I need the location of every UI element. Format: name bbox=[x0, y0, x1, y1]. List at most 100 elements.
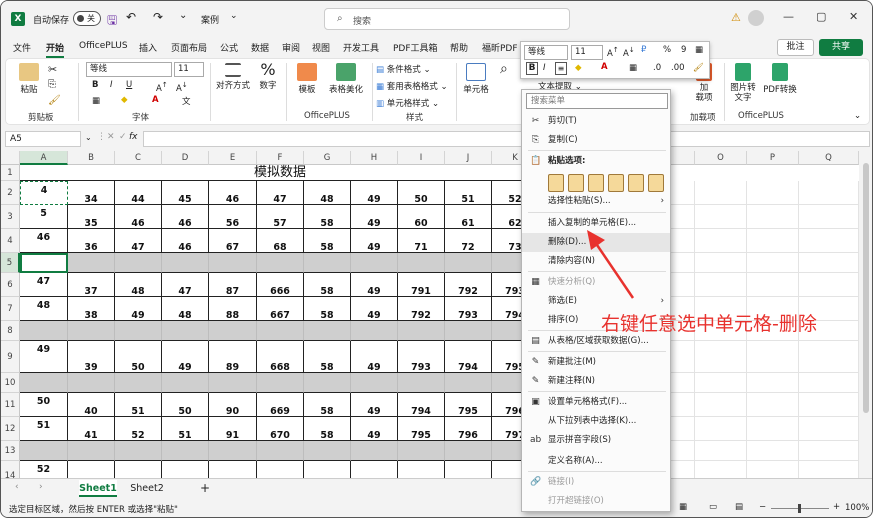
column-header-i[interactable]: I bbox=[398, 151, 445, 165]
select-all-corner[interactable] bbox=[1, 151, 20, 165]
tab-file[interactable]: 文件 bbox=[13, 41, 31, 54]
mini-fill-color-icon[interactable]: ◆ bbox=[575, 63, 582, 73]
redo-icon[interactable]: ↷ bbox=[153, 10, 163, 24]
cell-c4[interactable]: 47 bbox=[115, 229, 162, 253]
cell-h10[interactable] bbox=[351, 373, 398, 393]
warning-icon[interactable]: ⚠ bbox=[731, 11, 741, 24]
cell-a8[interactable] bbox=[20, 321, 68, 341]
cell-d6[interactable]: 47 bbox=[162, 273, 209, 297]
cell-q14[interactable] bbox=[799, 461, 859, 478]
mini-font-color-icon[interactable]: A bbox=[601, 62, 608, 72]
cell-p13[interactable] bbox=[747, 441, 799, 461]
cell-p9[interactable] bbox=[747, 341, 799, 373]
next-sheet-icon[interactable]: › bbox=[39, 482, 43, 492]
cell-q13[interactable] bbox=[799, 441, 859, 461]
cell-h8[interactable] bbox=[351, 321, 398, 341]
cell-j10[interactable] bbox=[445, 373, 492, 393]
row-header-6[interactable]: 6 bbox=[1, 273, 20, 297]
search-box[interactable]: ⌕ 搜索 bbox=[324, 8, 570, 30]
cell-i9[interactable]: 793 bbox=[398, 341, 445, 373]
page-layout-icon[interactable]: ▭ bbox=[709, 502, 717, 512]
cell-style-button[interactable]: ▥ 单元格样式 ⌄ bbox=[376, 97, 439, 109]
file-name-dropdown-icon[interactable]: ⌄ bbox=[230, 11, 238, 21]
cell-a5[interactable] bbox=[20, 253, 68, 273]
normal-view-icon[interactable]: ▦ bbox=[679, 502, 687, 512]
cell-a13[interactable] bbox=[20, 441, 68, 461]
fill-color-icon[interactable]: ◆ bbox=[121, 95, 128, 105]
font-size-select[interactable]: 11 bbox=[174, 62, 204, 77]
cell-b3[interactable]: 35 bbox=[68, 205, 115, 229]
cell-g8[interactable] bbox=[304, 321, 351, 341]
cell-f4[interactable]: 68 bbox=[257, 229, 304, 253]
cell-p11[interactable] bbox=[747, 393, 799, 417]
borders-icon[interactable]: ▦ bbox=[92, 96, 100, 106]
save-icon[interactable]: 🖫 bbox=[107, 11, 117, 32]
page-break-icon[interactable]: ▤ bbox=[735, 502, 743, 512]
tab-officeplus[interactable]: OfficePLUS bbox=[79, 41, 128, 51]
find-icon[interactable]: ⌕ bbox=[500, 61, 508, 77]
cell-j3[interactable]: 61 bbox=[445, 205, 492, 229]
cell-c5[interactable] bbox=[115, 253, 162, 273]
paste-values-icon[interactable] bbox=[568, 174, 584, 192]
bold-icon[interactable]: B bbox=[92, 80, 98, 90]
sheet-title-cell[interactable]: 模拟数据 bbox=[20, 165, 540, 181]
tab-pdf-toolbox[interactable]: PDF工具箱 bbox=[393, 41, 438, 54]
paste-transpose-icon[interactable] bbox=[608, 174, 624, 192]
table-format-button[interactable]: ▦ 套用表格格式 ⌄ bbox=[376, 80, 448, 92]
cell-d13[interactable] bbox=[162, 441, 209, 461]
cell-a2[interactable]: 4 bbox=[20, 181, 68, 205]
tab-insert[interactable]: 插入 bbox=[139, 41, 157, 54]
tab-page-layout[interactable]: 页面布局 bbox=[171, 41, 207, 54]
row-header-4[interactable]: 4 bbox=[1, 229, 20, 253]
cell-c9[interactable]: 50 bbox=[115, 341, 162, 373]
phonetic-icon[interactable]: 文 bbox=[182, 95, 191, 107]
paste-formulas-icon[interactable] bbox=[588, 174, 604, 192]
mini-percent-icon[interactable]: % bbox=[663, 45, 671, 55]
cell-p4[interactable] bbox=[747, 229, 799, 253]
cell-a12[interactable]: 51 bbox=[20, 417, 68, 441]
cell-o5[interactable] bbox=[695, 253, 747, 273]
paste-formatting-icon[interactable] bbox=[628, 174, 644, 192]
zoom-slider-thumb[interactable] bbox=[798, 504, 801, 513]
menu-item-new-note[interactable]: ✎ 新建注释(N) bbox=[522, 372, 670, 391]
cell-c2[interactable]: 44 bbox=[115, 181, 162, 205]
mini-italic-button[interactable]: I bbox=[543, 63, 546, 73]
cell-i12[interactable]: 795 bbox=[398, 417, 445, 441]
comments-button[interactable]: 批注 bbox=[777, 39, 814, 56]
cell-i5[interactable] bbox=[398, 253, 445, 273]
cell-c13[interactable] bbox=[115, 441, 162, 461]
tab-sheet2[interactable]: Sheet2 bbox=[127, 480, 167, 497]
cell-f9[interactable]: 668 bbox=[257, 341, 304, 373]
prev-sheet-icon[interactable]: ‹ bbox=[15, 482, 19, 492]
cell-g10[interactable] bbox=[304, 373, 351, 393]
cell-h2[interactable]: 49 bbox=[351, 181, 398, 205]
cells-button[interactable]: 单元格 bbox=[460, 63, 492, 95]
mini-format-painter-icon[interactable]: 🖌 bbox=[693, 63, 704, 73]
ribbon-collapse-icon[interactable]: ⌄ bbox=[854, 111, 861, 121]
cell-i3[interactable]: 60 bbox=[398, 205, 445, 229]
row-header-12[interactable]: 12 bbox=[1, 417, 20, 441]
cell-f7[interactable]: 667 bbox=[257, 297, 304, 321]
row-header-2[interactable]: 2 bbox=[1, 181, 20, 205]
column-header-a[interactable]: A bbox=[20, 151, 68, 165]
cell-g13[interactable] bbox=[304, 441, 351, 461]
cell-h9[interactable]: 49 bbox=[351, 341, 398, 373]
minimize-button[interactable]: — bbox=[783, 10, 794, 23]
cell-q12[interactable] bbox=[799, 417, 859, 441]
cell-d2[interactable]: 45 bbox=[162, 181, 209, 205]
cell-e9[interactable]: 89 bbox=[209, 341, 257, 373]
menu-item-cut[interactable]: ✂ 剪切(T) bbox=[522, 112, 670, 131]
row-header-14[interactable]: 14 bbox=[1, 461, 20, 478]
menu-item-define-name[interactable]: 定义名称(A)... bbox=[522, 452, 670, 471]
mini-align-icon[interactable]: ≡ bbox=[555, 62, 567, 75]
row-header-10[interactable]: 10 bbox=[1, 373, 20, 393]
cell-h12[interactable]: 49 bbox=[351, 417, 398, 441]
cell-d10[interactable] bbox=[162, 373, 209, 393]
cell-g3[interactable]: 58 bbox=[304, 205, 351, 229]
mini-currency-icon[interactable]: ₽ bbox=[641, 45, 646, 55]
column-header-g[interactable]: G bbox=[304, 151, 351, 165]
add-sheet-button[interactable]: + bbox=[197, 480, 213, 497]
cell-i7[interactable]: 792 bbox=[398, 297, 445, 321]
paste-icon[interactable] bbox=[548, 174, 564, 192]
menu-item-phonetic[interactable]: ab 显示拼音字段(S) bbox=[522, 431, 670, 450]
